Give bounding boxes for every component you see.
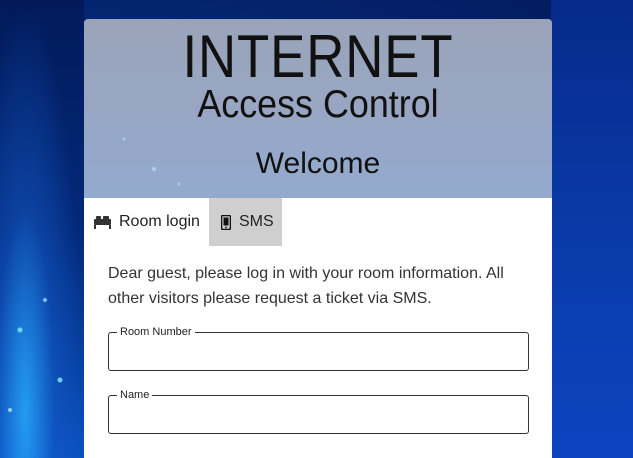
tab-sms-label: SMS — [238, 213, 274, 230]
tab-sms[interactable]: SMS — [208, 198, 282, 246]
bed-icon — [94, 215, 111, 229]
card-header: INTERNET Access Control Welcome — [84, 19, 552, 198]
tab-room-login-label: Room login — [119, 213, 200, 230]
background-right — [551, 0, 633, 458]
login-tabs: Room login SMS — [84, 198, 282, 246]
background-left-glow — [0, 0, 84, 458]
name-field: Name — [108, 389, 529, 434]
login-card: INTERNET Access Control Welcome Room log… — [84, 19, 552, 458]
welcome-heading: Welcome — [255, 147, 381, 180]
intro-text: Dear guest, please log in with your room… — [108, 265, 504, 307]
card-body: Room login SMS Dear guest, please log in… — [84, 198, 552, 458]
logo-title: INTERNET — [182, 23, 454, 90]
logo-subtitle: Access Control — [197, 83, 439, 126]
name-input[interactable] — [117, 401, 520, 431]
room-number-label: Room Number — [120, 326, 192, 338]
name-label: Name — [120, 389, 150, 401]
room-number-input[interactable] — [117, 338, 520, 368]
room-number-field: Room Number — [108, 326, 529, 371]
mobile-phone-icon — [220, 214, 231, 230]
tab-room-login[interactable]: Room login — [84, 198, 209, 246]
